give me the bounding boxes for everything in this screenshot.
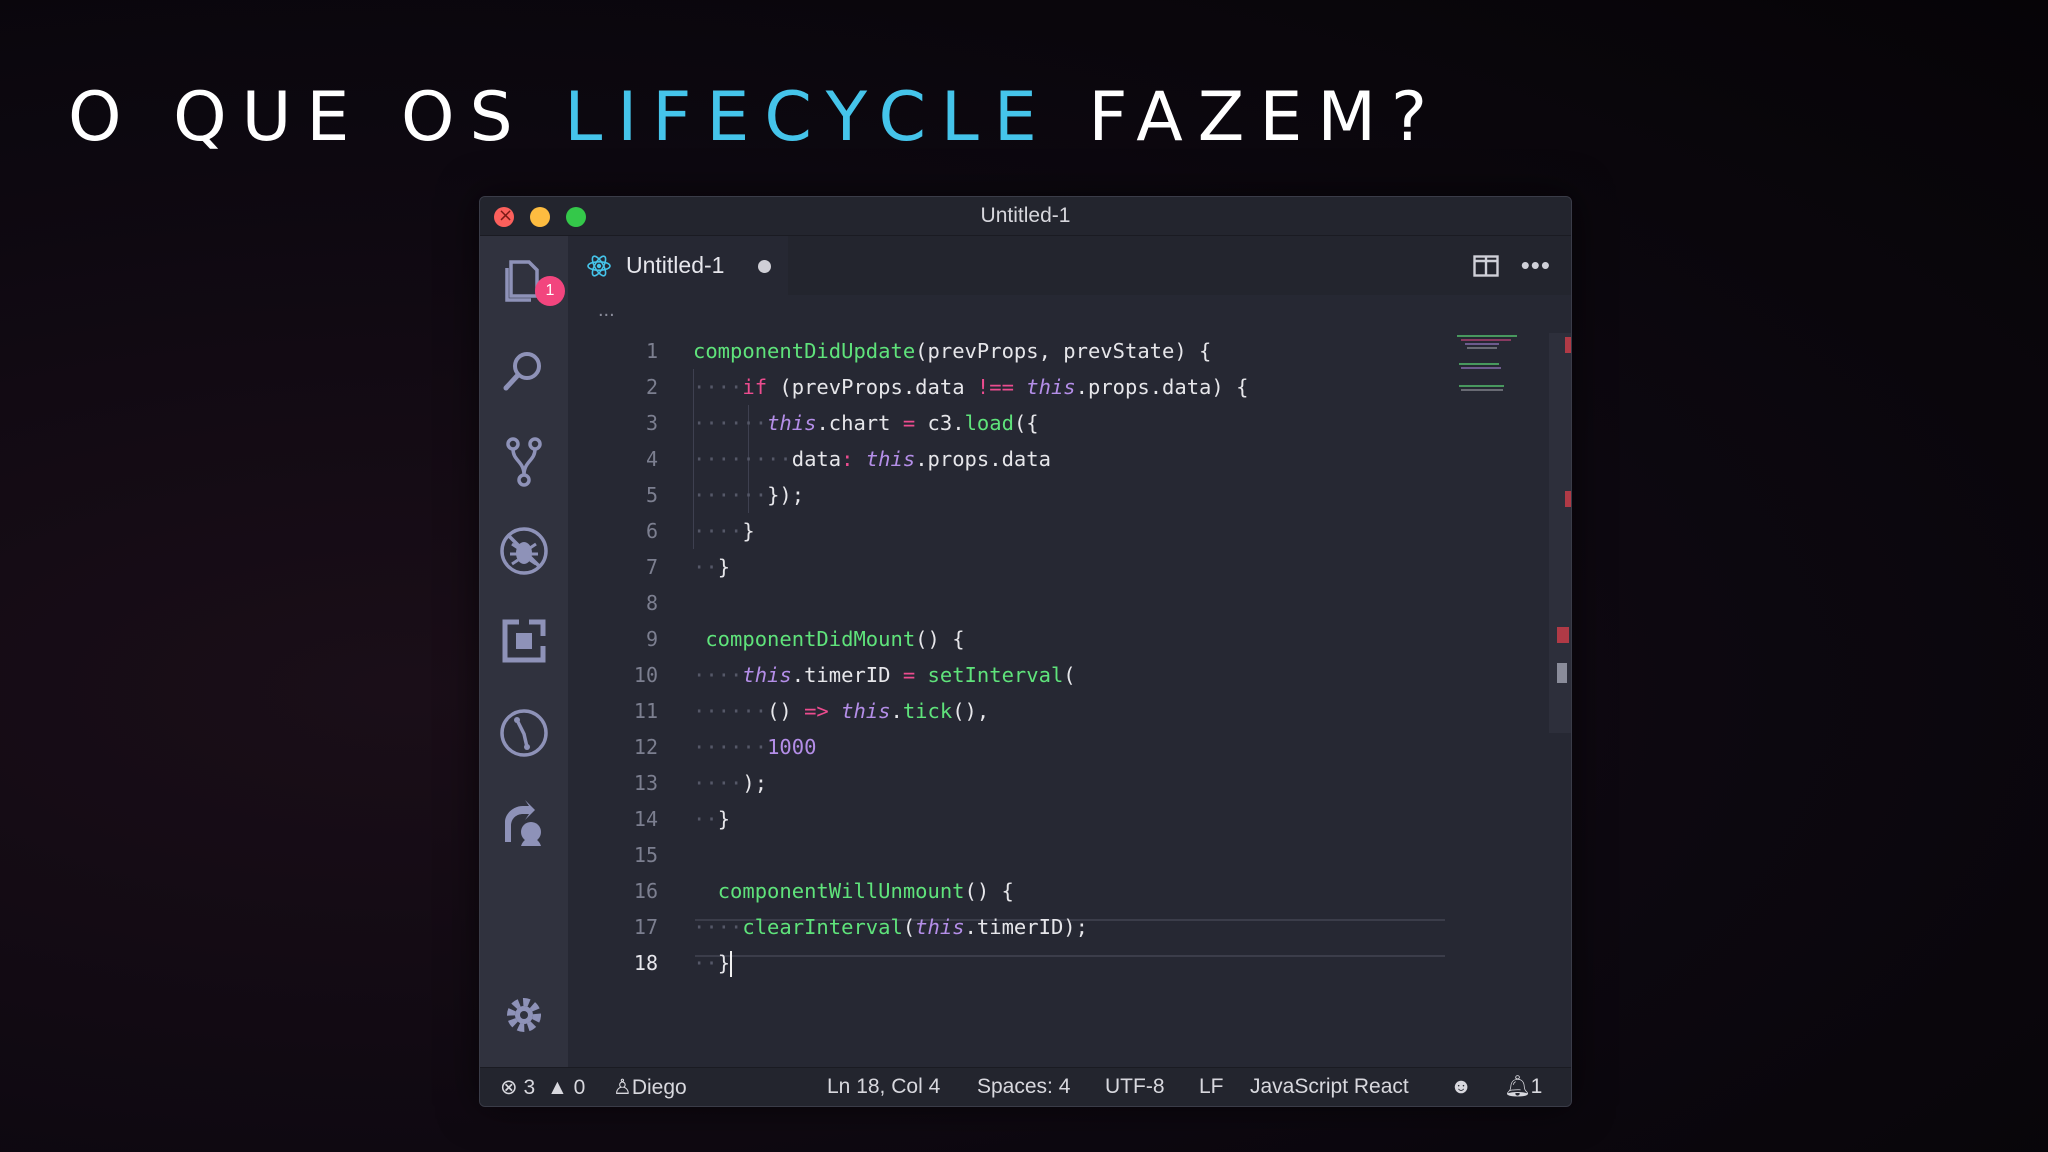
code-line: ····this.timerID = setInterval( [693,663,1076,687]
live-share-icon[interactable] [497,796,551,850]
indentation[interactable]: Spaces: 4 [977,1075,1070,1099]
modified-dot-icon[interactable] [758,260,771,273]
minimap[interactable] [1457,333,1537,393]
gear-icon[interactable] [497,988,551,1042]
code-line: ····clearInterval(this.timerID); [693,915,1088,939]
more-actions-icon[interactable]: ••• [1521,250,1551,281]
code-line: ······1000 [693,735,817,759]
line-number: 16 [633,879,658,903]
code-line: componentDidUpdate(prevProps, prevState)… [693,339,1212,363]
code-line: ··} [693,951,733,977]
split-editor-icon[interactable] [1473,255,1499,277]
debug-icon[interactable] [497,524,551,578]
code-line: componentWillUnmount() { [717,879,1014,903]
line-number: 8 [645,591,658,615]
line-number: 5 [645,483,658,507]
code-line: componentDidMount() { [705,627,965,651]
person-icon: ♙ [613,1076,632,1099]
text-cursor [730,951,733,977]
title-post: FAZEM? [1051,78,1443,157]
line-number: 11 [633,699,658,723]
line-number: 15 [633,843,658,867]
breadcrumb[interactable]: ... [568,295,1571,333]
line-number: 13 [633,771,658,795]
feedback-smiley-icon[interactable]: ☻ [1450,1075,1472,1099]
line-number: 9 [645,627,658,651]
tab-label: Untitled-1 [626,252,725,278]
line-number: 2 [645,375,658,399]
bell-icon: 🔔︎ [1504,1075,1531,1098]
files-icon[interactable]: 1 [497,254,565,308]
line-number: 17 [633,915,658,939]
source-control-icon[interactable] [497,434,551,488]
title-pre: O QUE OS [68,78,565,157]
encoding[interactable]: UTF-8 [1105,1075,1165,1099]
tab-untitled-1[interactable]: Untitled-1 [568,236,788,297]
code-line: ··} [693,555,731,579]
title-bar: Untitled-1 [480,197,1571,236]
code-line: ··} [693,807,731,831]
line-number: 10 [633,663,658,687]
tab-bar: Untitled-1 ••• [568,236,1571,297]
warning-icon: ▲ [546,1076,568,1099]
code-editor[interactable]: 1 2 3 4 5 6 7 8 9 10 11 12 13 14 15 16 1… [568,333,1571,1068]
react-icon [587,255,611,277]
line-number: 4 [645,447,658,471]
line-ending[interactable]: LF [1199,1075,1224,1099]
line-number: 3 [645,411,658,435]
title-accent: LIFECYCLE [564,78,1052,157]
cursor-position[interactable]: Ln 18, Col 4 [827,1075,940,1099]
search-icon[interactable] [497,344,551,398]
user-indicator[interactable]: ♙Diego [613,1075,687,1100]
explorer-badge: 1 [535,276,565,306]
line-number: 1 [645,339,658,363]
line-number: 12 [633,735,658,759]
vertical-scrollbar[interactable] [1549,333,1571,733]
code-line: ······() => this.tick(), [693,699,990,723]
activity-bar: 1 [480,236,568,1068]
code-line: ····} [693,519,755,543]
git-icon[interactable] [497,706,551,760]
code-line: ····if (prevProps.data !== this.props.da… [693,375,1249,399]
problems-indicator[interactable]: ⊗ 3 ▲ 0 [500,1075,585,1100]
error-icon: ⊗ [500,1076,518,1099]
code-line: ······}); [693,483,805,507]
line-number: 7 [645,555,658,579]
editor-window: Untitled-1 1 [479,196,1572,1107]
line-number: 6 [645,519,658,543]
notifications[interactable]: 🔔︎1 [1504,1075,1542,1099]
line-number: 14 [633,807,658,831]
line-number-current: 18 [633,951,658,975]
slide-title: O QUE OS LIFECYCLE FAZEM? [68,78,1442,157]
extensions-icon[interactable] [497,614,551,668]
status-bar: ⊗ 3 ▲ 0 ♙Diego Ln 18, Col 4 Spaces: 4 UT… [480,1067,1571,1106]
window-title: Untitled-1 [980,204,1071,227]
code-line: ········data: this.props.data [693,447,1051,471]
language-mode[interactable]: JavaScript React [1250,1075,1409,1099]
code-line: ····); [693,771,768,795]
code-line: ······this.chart = c3.load({ [693,411,1039,435]
